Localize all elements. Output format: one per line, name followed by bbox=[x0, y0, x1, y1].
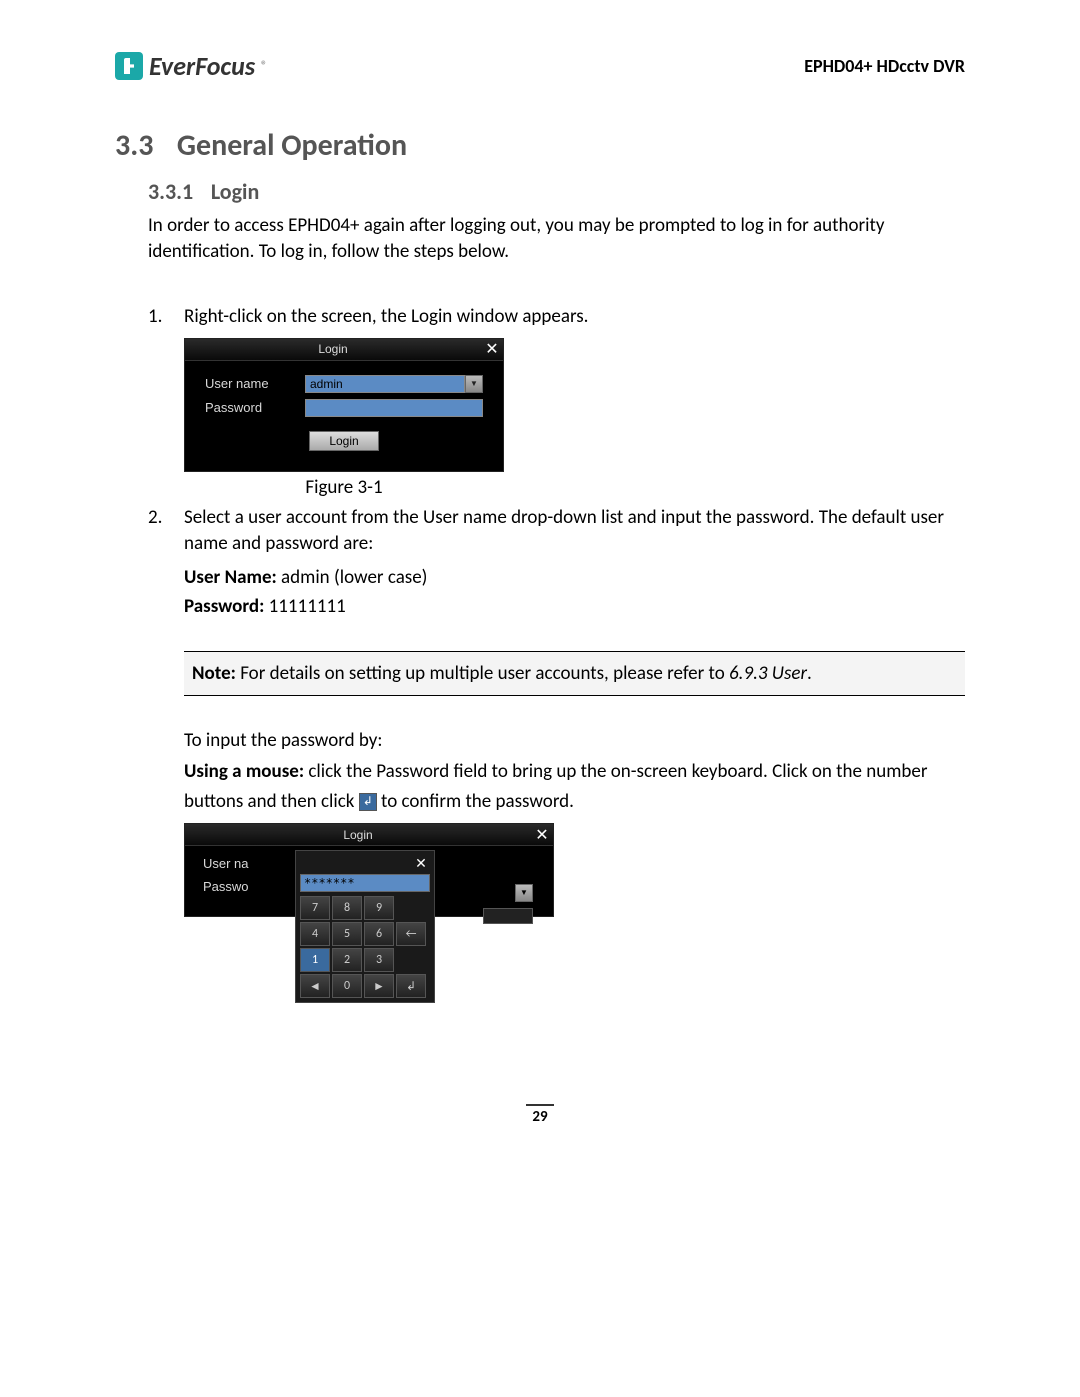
close-icon[interactable]: ✕ bbox=[481, 339, 503, 359]
password-cred-label: Password: bbox=[184, 595, 264, 618]
keypad-title: Login bbox=[185, 828, 531, 842]
note-reference: 6.9.3 User bbox=[729, 662, 807, 685]
keypad-key[interactable]: 7 bbox=[300, 896, 330, 920]
keypad-dialog-figure: Login ✕ User na Passwo ▼ ✕ ******* 78945… bbox=[184, 823, 554, 917]
onscreen-keypad: ✕ ******* 789 456← 123 ◄0►↲ bbox=[295, 850, 435, 1003]
keypad-key[interactable]: 6 bbox=[364, 922, 394, 946]
mouse-label: Using a mouse: bbox=[184, 760, 304, 783]
keypad-key[interactable]: ← bbox=[396, 922, 426, 946]
page-header: EverFocus ® EPHD04+ HDcctv DVR bbox=[115, 50, 965, 82]
section-heading: 3.3 General Operation bbox=[115, 127, 965, 164]
keypad-close-icon[interactable]: ✕ bbox=[412, 855, 430, 872]
brand-name: EverFocus bbox=[149, 50, 255, 82]
kp-password-label: Passwo bbox=[203, 879, 283, 894]
step-text: Select a user account from the User name… bbox=[184, 505, 965, 556]
figure-3-1-caption: Figure 3-1 bbox=[184, 476, 504, 499]
keypad-key[interactable]: ◄ bbox=[300, 974, 330, 998]
enter-key-icon: ↲ bbox=[359, 793, 377, 811]
intro-paragraph: In order to access EPHD04+ again after l… bbox=[148, 213, 965, 264]
step-number: 1. bbox=[148, 304, 184, 330]
everfocus-logo-icon bbox=[115, 52, 143, 80]
keypad-key[interactable]: 4 bbox=[300, 922, 330, 946]
input-intro: To input the password by: bbox=[184, 726, 965, 756]
note-label: Note: bbox=[192, 662, 236, 685]
brand-logo: EverFocus ® bbox=[115, 50, 267, 82]
page-number: 29 bbox=[526, 1104, 554, 1126]
username-cred-label: User Name: bbox=[184, 566, 277, 589]
keypad-key[interactable]: 9 bbox=[364, 896, 394, 920]
username-input[interactable]: admin bbox=[305, 375, 465, 393]
kp-username-label: User na bbox=[203, 856, 283, 871]
keypad-key[interactable]: 2 bbox=[332, 948, 362, 972]
username-label: User name bbox=[205, 376, 305, 391]
login-title: Login bbox=[185, 342, 481, 356]
keypad-key[interactable]: 0 bbox=[332, 974, 362, 998]
mouse-instruction: Using a mouse: click the Password field … bbox=[184, 757, 965, 818]
section-number: 3.3 bbox=[115, 127, 153, 164]
note-tail: . bbox=[807, 662, 812, 685]
password-input[interactable] bbox=[305, 399, 483, 417]
username-cred-value: admin (lower case) bbox=[277, 566, 428, 589]
default-credentials: User Name: admin (lower case) Password: … bbox=[184, 564, 965, 621]
subsection-title: Login bbox=[211, 178, 259, 205]
section-title: General Operation bbox=[177, 127, 407, 164]
password-cred-value: 11111111 bbox=[264, 595, 345, 618]
keypad-key[interactable]: ↲ bbox=[396, 974, 426, 998]
step-number: 2. bbox=[148, 505, 184, 556]
close-icon[interactable]: ✕ bbox=[531, 825, 553, 845]
note-box: Note: For details on setting up multiple… bbox=[184, 651, 965, 696]
keypad-titlebar: Login ✕ bbox=[185, 824, 553, 846]
registered-mark: ® bbox=[261, 59, 267, 73]
keypad-key[interactable]: 5 bbox=[332, 922, 362, 946]
keypad-key[interactable]: 3 bbox=[364, 948, 394, 972]
login-titlebar: Login ✕ bbox=[185, 339, 503, 361]
password-field-stub[interactable] bbox=[483, 908, 533, 924]
keypad-display[interactable]: ******* bbox=[300, 874, 430, 892]
mouse-text-2: to confirm the password. bbox=[377, 790, 574, 813]
dropdown-stub-icon[interactable]: ▼ bbox=[515, 884, 533, 902]
subsection-number: 3.3.1 bbox=[148, 178, 193, 205]
note-text: For details on setting up multiple user … bbox=[236, 662, 729, 685]
keypad-key[interactable]: 1 bbox=[300, 948, 330, 972]
login-dialog-figure: Login ✕ User name admin ▼ Password Login bbox=[184, 338, 504, 472]
password-label: Password bbox=[205, 400, 305, 415]
step-2: 2. Select a user account from the User n… bbox=[148, 505, 965, 556]
login-button[interactable]: Login bbox=[309, 431, 379, 451]
step-1: 1. Right-click on the screen, the Login … bbox=[148, 304, 965, 330]
product-title: EPHD04+ HDcctv DVR bbox=[804, 55, 965, 77]
keypad-key[interactable]: ► bbox=[364, 974, 394, 998]
username-dropdown-icon[interactable]: ▼ bbox=[465, 375, 483, 393]
step-text: Right-click on the screen, the Login win… bbox=[184, 304, 965, 330]
subsection-heading: 3.3.1 Login bbox=[148, 178, 965, 205]
keypad-key[interactable]: 8 bbox=[332, 896, 362, 920]
